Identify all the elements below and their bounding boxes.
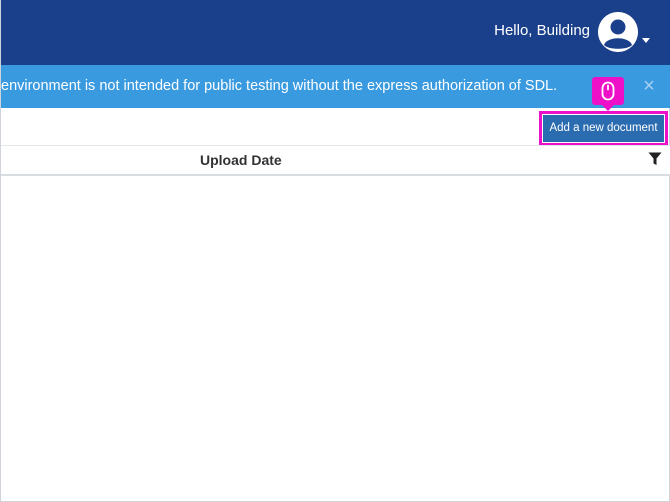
user-greeting: Hello, Building (494, 22, 590, 39)
caret-down-icon[interactable] (642, 38, 650, 43)
top-header: Hello, Building (1, 0, 670, 65)
add-document-button[interactable]: Add a new document (543, 115, 664, 142)
app-frame: Hello, Building environment is not inten… (0, 0, 670, 502)
user-avatar-icon[interactable] (598, 12, 638, 52)
column-header-upload-date[interactable]: Upload Date (200, 152, 282, 168)
filter-icon[interactable] (648, 152, 662, 166)
notice-text: environment is not intended for public t… (1, 78, 558, 94)
close-notice-button[interactable]: × (640, 75, 658, 97)
table-header-row: Upload Date (1, 146, 670, 176)
notice-banner: environment is not intended for public t… (1, 65, 670, 108)
mouse-icon (592, 77, 624, 111)
